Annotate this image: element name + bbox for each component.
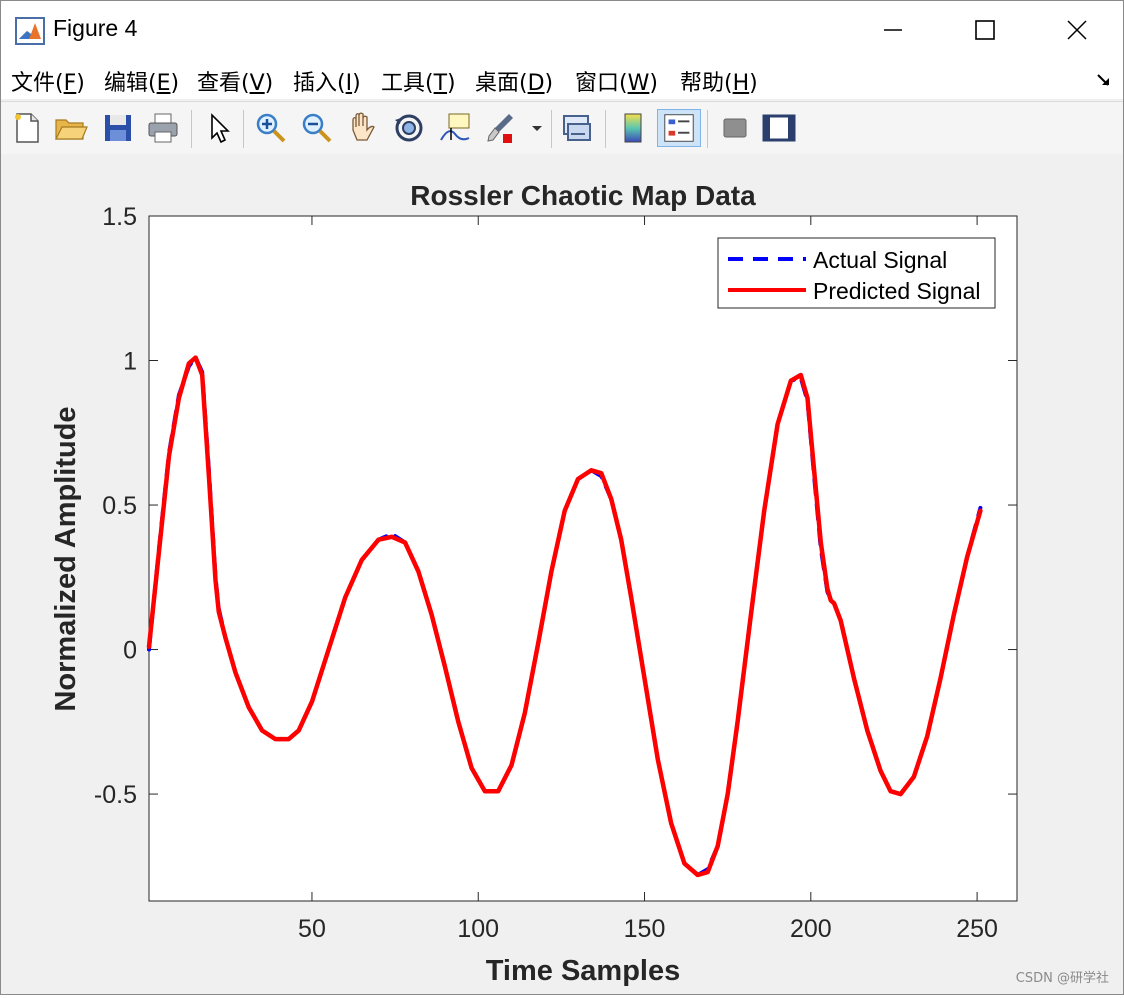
x-tick-label: 150 — [624, 915, 666, 943]
toolbar-separator — [551, 110, 552, 148]
zoom-in-icon[interactable] — [253, 110, 289, 146]
menu-file[interactable]: 文件(F) — [11, 65, 85, 97]
x-tick-label: 50 — [298, 915, 326, 943]
legend-label-predicted: Predicted Signal — [813, 278, 981, 304]
y-tick-label: 1 — [123, 348, 137, 376]
minimize-button[interactable] — [847, 1, 939, 59]
toolbar-separator — [243, 110, 244, 148]
data-cursor-icon[interactable] — [437, 110, 473, 146]
x-axis-label: Time Samples — [486, 955, 681, 987]
menu-bar: 文件(F) 编辑(E) 查看(V) 插入(I) 工具(T) 桌面(D) 窗口(W… — [1, 59, 1123, 99]
legend-label-actual: Actual Signal — [813, 247, 947, 273]
figure-toolbar — [1, 101, 1123, 155]
legend[interactable]: Actual Signal Predicted Signal — [717, 237, 996, 309]
x-tick-label: 200 — [790, 915, 832, 943]
y-tick-label: -0.5 — [94, 781, 137, 809]
window-title: Figure 4 — [53, 15, 138, 41]
figure-canvas: Rossler Chaotic Map Data Time Samples No… — [1, 154, 1123, 994]
title-bar[interactable]: Figure 4 — [1, 1, 1123, 59]
link-plot-icon[interactable] — [559, 110, 595, 146]
legend-icon[interactable] — [657, 109, 701, 147]
watermark: CSDN @研学社 — [1015, 971, 1109, 986]
maximize-button[interactable] — [939, 1, 1031, 59]
toolbar-separator — [191, 110, 192, 148]
menu-help[interactable]: 帮助(H) — [680, 65, 758, 97]
print-icon[interactable] — [145, 110, 181, 146]
maximize-icon — [975, 20, 995, 40]
y-tick-label: 0 — [123, 637, 137, 665]
x-tick-label: 250 — [956, 915, 998, 943]
y-tick-label: 1.5 — [102, 203, 137, 231]
toolbar-separator — [707, 110, 708, 148]
open-file-icon[interactable] — [53, 110, 89, 146]
y-axis-label: Normalized Amplitude — [50, 406, 82, 711]
minimize-icon — [884, 29, 902, 31]
y-tick-label: 0.5 — [102, 492, 137, 520]
new-figure-icon[interactable] — [9, 110, 45, 146]
rotate-3d-icon[interactable] — [391, 110, 427, 146]
save-icon[interactable] — [100, 110, 136, 146]
figure-window: Figure 4 文件(F) 编辑(E) 查看(V) 插入(I) 工具(T) 桌… — [0, 0, 1124, 995]
menu-edit[interactable]: 编辑(E) — [104, 65, 179, 97]
brush-icon[interactable] — [483, 110, 519, 146]
hide-plot-tools-icon[interactable] — [717, 110, 753, 146]
menu-desktop[interactable]: 桌面(D) — [475, 65, 553, 97]
close-icon — [1067, 20, 1087, 40]
axes-box[interactable] — [148, 215, 1018, 902]
menu-view[interactable]: 查看(V) — [197, 65, 273, 97]
zoom-out-icon[interactable] — [299, 110, 335, 146]
matlab-app-icon — [15, 17, 45, 45]
close-button[interactable] — [1031, 1, 1123, 59]
chart-title: Rossler Chaotic Map Data — [410, 180, 756, 211]
menu-tools[interactable]: 工具(T) — [381, 65, 456, 97]
menu-insert[interactable]: 插入(I) — [293, 65, 361, 97]
dock-arrow-icon[interactable] — [1095, 71, 1113, 89]
x-tick-label: 100 — [457, 915, 499, 943]
plot-area: Rossler Chaotic Map Data Time Samples No… — [50, 180, 1018, 987]
brush-dropdown-icon[interactable] — [527, 110, 547, 146]
menu-window[interactable]: 窗口(W) — [575, 65, 658, 97]
colorbar-icon[interactable] — [615, 110, 651, 146]
toolbar-separator — [605, 110, 606, 148]
show-plot-tools-icon[interactable] — [761, 110, 797, 146]
pan-hand-icon[interactable] — [345, 110, 381, 146]
pointer-icon[interactable] — [201, 110, 237, 146]
